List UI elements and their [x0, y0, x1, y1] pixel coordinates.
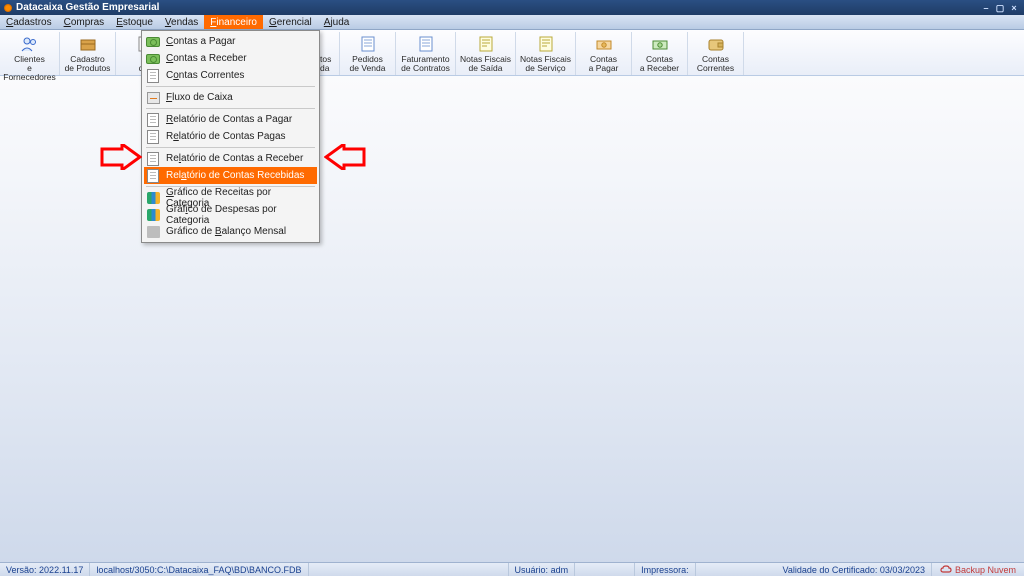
menu-separator — [146, 147, 315, 148]
doc-icon — [146, 113, 160, 127]
menu-financeiro[interactable]: Financeiro — [204, 15, 263, 29]
status-spacer1 — [309, 563, 509, 576]
toolbar-cadastro[interactable]: Cadastrode Produtos — [60, 32, 116, 75]
nf-icon — [476, 35, 496, 53]
menu-ajuda[interactable]: Ajuda — [318, 15, 356, 29]
toolbar-label2: e Fornecedores — [0, 64, 59, 82]
close-button[interactable]: × — [1008, 3, 1020, 13]
menuitem-label: Relatório de Contas a Receber — [166, 153, 303, 164]
sheet-icon — [358, 35, 378, 53]
toolbar-notas-fiscais[interactable]: Notas Fiscaisde Saída — [456, 32, 516, 75]
menubar: CadastrosComprasEstoqueVendasFinanceiroG… — [0, 15, 1024, 30]
box-icon — [78, 35, 98, 53]
menu-gerencial[interactable]: Gerencial — [263, 15, 318, 29]
menu-separator — [146, 108, 315, 109]
menuitem-label: Relatório de Contas a Pagar — [166, 114, 292, 125]
menuitem-contas-a-receber[interactable]: Contas a Receber — [144, 50, 317, 67]
menu-separator — [146, 86, 315, 87]
annotation-arrow-right — [324, 144, 366, 170]
menuitem-label: Contas a Receber — [166, 53, 247, 64]
toolbar-contas[interactable]: ContasCorrentes — [688, 32, 744, 75]
menuitem-label: Relatório de Contas Pagas — [166, 131, 286, 142]
toolbar-pedidos[interactable]: Pedidosde Venda — [340, 32, 396, 75]
menuitem-relat-rio-de-contas-a-pagar[interactable]: Relatório de Contas a Pagar — [144, 111, 317, 128]
menu-cadastros[interactable]: Cadastros — [0, 15, 58, 29]
toolbar-notas-fiscais[interactable]: Notas Fiscaisde Serviço — [516, 32, 576, 75]
minimize-button[interactable]: – — [980, 3, 992, 13]
toolbar-label2: de Produtos — [65, 64, 111, 73]
statusbar: Versão: 2022.11.17 localhost/3050:C:\Dat… — [0, 562, 1024, 576]
toolbar-faturamento[interactable]: Faturamentode Contratos — [396, 32, 456, 75]
status-printer: Impressora: — [635, 563, 696, 576]
menuitem-gr-fico-de-balan-o-mensal[interactable]: Gráfico de Balanço Mensal — [144, 223, 317, 240]
titlebar: Datacaixa Gestão Empresarial – ▢ × — [0, 0, 1024, 15]
toolbar-label2: Correntes — [697, 64, 734, 73]
annotation-arrow-left — [100, 144, 142, 170]
app-logo-icon — [4, 4, 12, 12]
app-title: Datacaixa Gestão Empresarial — [16, 2, 159, 13]
status-version: Versão: 2022.11.17 — [0, 563, 90, 576]
backup-cloud-button[interactable]: Backup Nuvem — [932, 565, 1024, 575]
menuitem-label: Gráfico de Despesas por Categoria — [166, 204, 313, 226]
toolbar-label2: de Saída — [468, 64, 502, 73]
doc-icon — [146, 69, 160, 83]
toolbar-label2: a Pagar — [589, 64, 619, 73]
balance-icon — [146, 225, 160, 239]
toolbar-label2: de Venda — [350, 64, 386, 73]
doc-icon — [146, 130, 160, 144]
toolbar-clientes[interactable]: Clientese Fornecedores — [0, 32, 60, 75]
money-out-icon — [594, 35, 614, 53]
menuitem-label: Relatório de Contas Recebidas — [166, 170, 304, 181]
status-user: Usuário: adm — [509, 563, 576, 576]
menu-estoque[interactable]: Estoque — [110, 15, 159, 29]
toolbar-contas[interactable]: Contasa Pagar — [576, 32, 632, 75]
backup-cloud-label: Backup Nuvem — [955, 565, 1016, 575]
menu-compras[interactable]: Compras — [58, 15, 111, 29]
wallet-icon — [706, 35, 726, 53]
menuitem-contas-a-pagar[interactable]: Contas a Pagar — [144, 33, 317, 50]
menu-vendas[interactable]: Vendas — [159, 15, 204, 29]
menuitem-label: Contas a Pagar — [166, 36, 236, 47]
menuitem-contas-correntes[interactable]: Contas Correntes — [144, 67, 317, 84]
toolbar-label2: de Contratos — [401, 64, 450, 73]
menuitem-label: Gráfico de Balanço Mensal — [166, 226, 286, 237]
toolbar-label2: de Serviço — [525, 64, 565, 73]
menuitem-relat-rio-de-contas-pagas[interactable]: Relatório de Contas Pagas — [144, 128, 317, 145]
menuitem-relat-rio-de-contas-recebidas[interactable]: Relatório de Contas Recebidas — [144, 167, 317, 184]
status-spacer2 — [575, 563, 635, 576]
cash-icon — [146, 52, 160, 66]
flow-icon — [146, 91, 160, 105]
people-icon — [20, 35, 40, 53]
menuitem-fluxo-de-caixa[interactable]: Fluxo de Caixa — [144, 89, 317, 106]
chart-icon — [146, 208, 160, 222]
menuitem-label: Contas Correntes — [166, 70, 244, 81]
chart-icon — [146, 191, 160, 205]
toolbar-contas[interactable]: Contasa Receber — [632, 32, 688, 75]
doc-icon — [146, 169, 160, 183]
sheet-icon — [416, 35, 436, 53]
restore-button[interactable]: ▢ — [994, 3, 1006, 13]
money-in-icon — [650, 35, 670, 53]
menuitem-gr-fico-de-despesas-por-categoria[interactable]: Gráfico de Despesas por Categoria — [144, 206, 317, 223]
toolbar-label2: a Receber — [640, 64, 679, 73]
menuitem-label: Fluxo de Caixa — [166, 92, 233, 103]
financeiro-dropdown: Contas a Pagar Contas a Receber Contas Cor… — [141, 30, 320, 243]
status-cert: Validade do Certificado: 03/03/2023 — [777, 563, 932, 576]
cash-icon — [146, 35, 160, 49]
doc-icon — [146, 152, 160, 166]
nf-icon — [536, 35, 556, 53]
cloud-icon — [940, 565, 952, 575]
menuitem-relat-rio-de-contas-a-receber[interactable]: Relatório de Contas a Receber — [144, 150, 317, 167]
status-host: localhost/3050:C:\Datacaixa_FAQ\BD\BANCO… — [90, 563, 308, 576]
